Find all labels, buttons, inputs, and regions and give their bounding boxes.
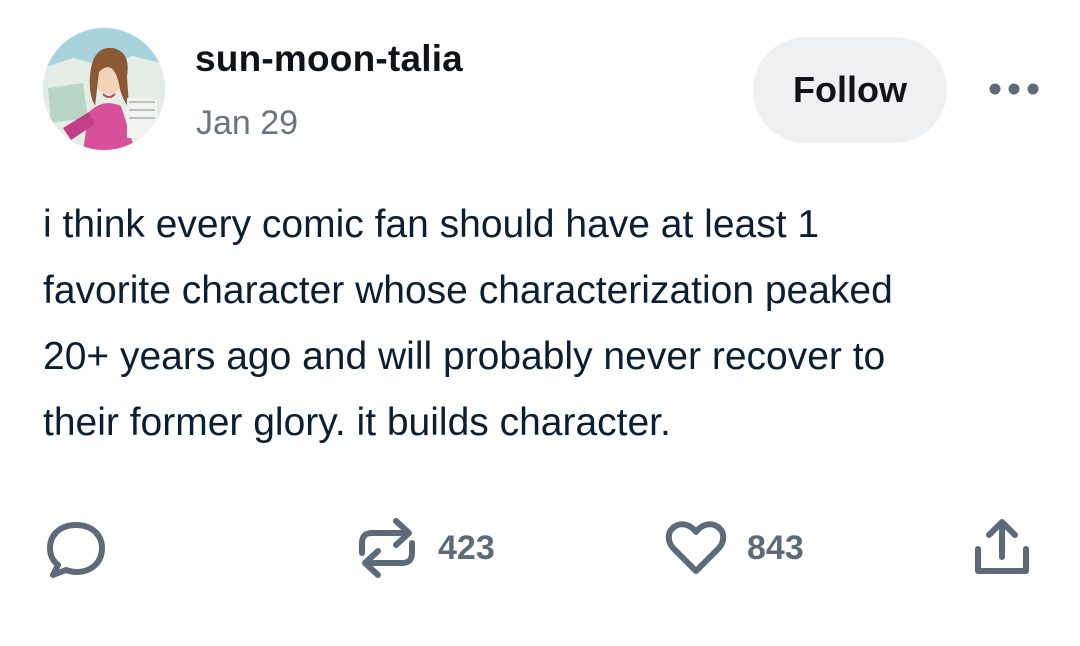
post-date[interactable]: Jan 29 bbox=[196, 104, 298, 143]
share-button[interactable] bbox=[972, 517, 1032, 577]
reply-button[interactable] bbox=[44, 520, 108, 580]
share-upload-icon bbox=[975, 519, 1029, 574]
username[interactable]: sun-moon-talia bbox=[195, 38, 463, 80]
heart-icon bbox=[665, 521, 727, 574]
post-body-line: i think every comic fan should have at l… bbox=[43, 203, 820, 246]
repost-button[interactable]: 423 bbox=[356, 513, 495, 583]
post-body-line: 20+ years ago and will probably never re… bbox=[43, 335, 886, 378]
speech-bubble-icon bbox=[47, 522, 105, 578]
like-count: 843 bbox=[747, 528, 804, 567]
like-button[interactable]: 843 bbox=[665, 520, 804, 576]
repost-count: 423 bbox=[438, 528, 495, 567]
follow-button[interactable]: Follow bbox=[753, 37, 947, 143]
avatar-image bbox=[43, 28, 165, 150]
more-options-button[interactable] bbox=[986, 72, 1042, 106]
avatar[interactable] bbox=[43, 28, 165, 150]
post-body-line: their former glory. it builds character. bbox=[43, 401, 671, 444]
post-body-line: favorite character whose characterizatio… bbox=[43, 269, 893, 312]
repost-arrows-icon bbox=[359, 518, 415, 578]
post-card: sun-moon-talia Jan 29 Follow i think eve… bbox=[0, 0, 1080, 646]
post-body: i think every comic fan should have at l… bbox=[43, 192, 1043, 456]
more-horizontal-icon bbox=[989, 83, 1039, 95]
